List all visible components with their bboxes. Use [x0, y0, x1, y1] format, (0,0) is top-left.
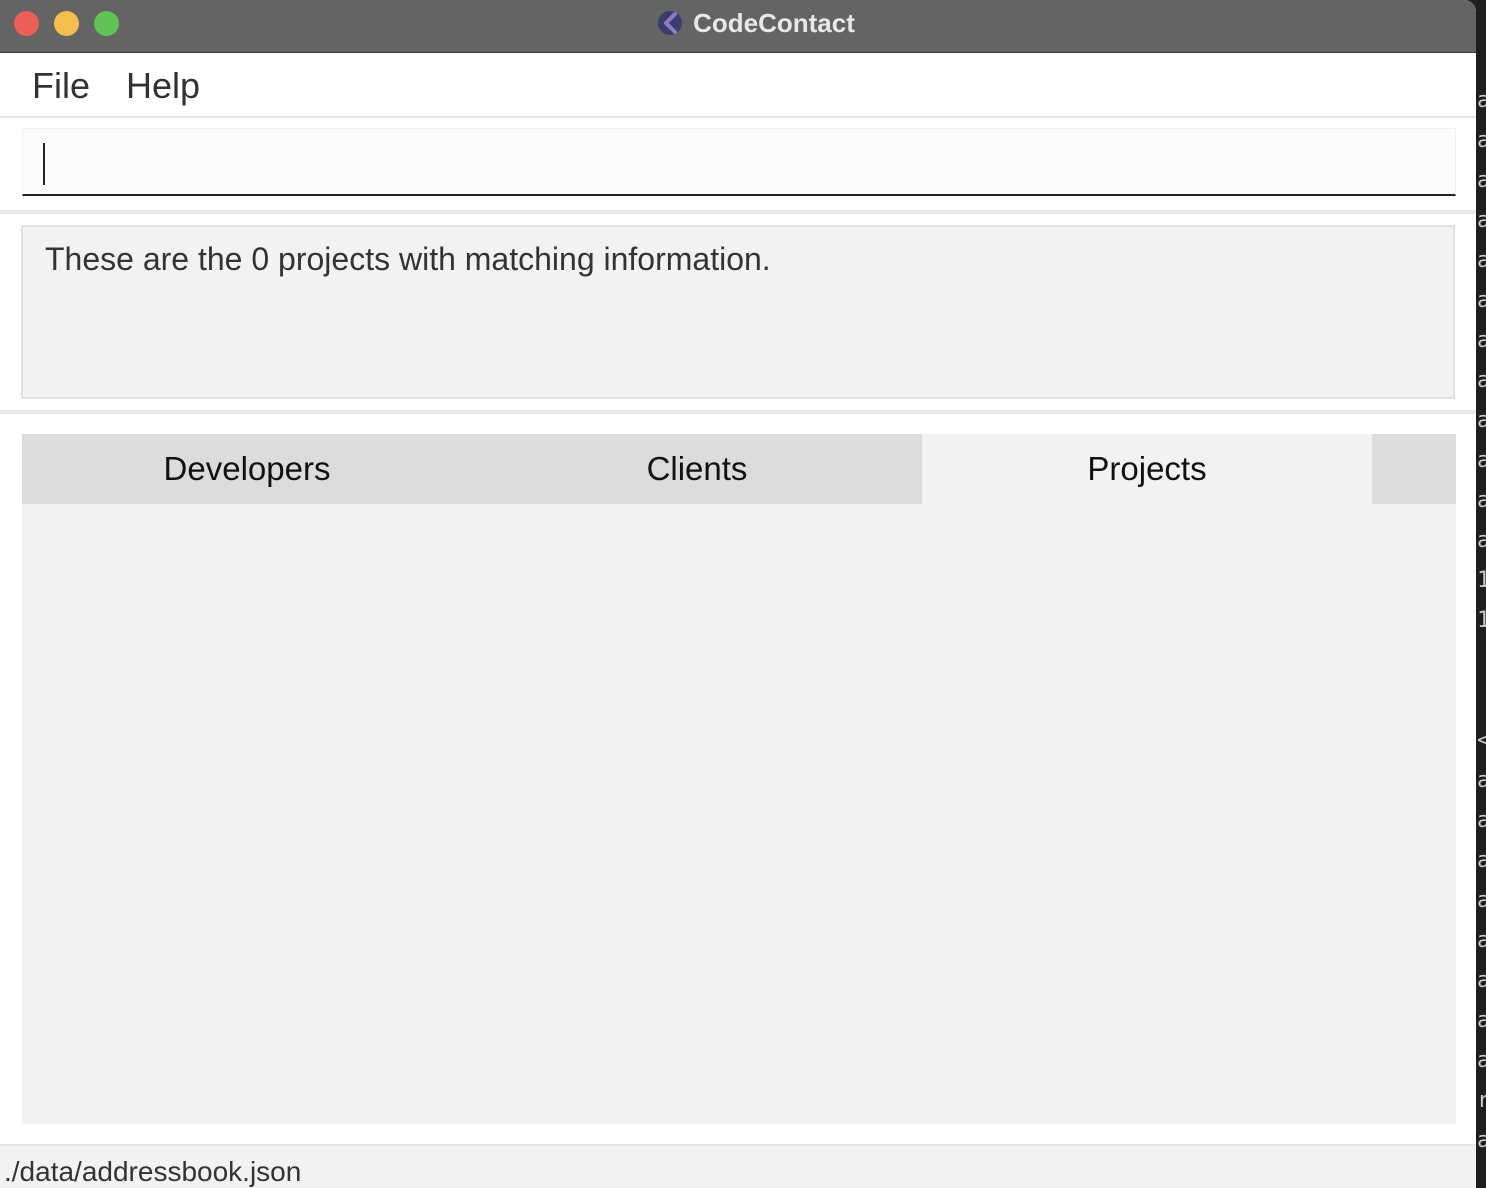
save-location-path: ./data/addressbook.json: [4, 1156, 302, 1187]
title-bar[interactable]: CodeContact: [0, 0, 1476, 53]
tab-bar: Developers Clients Projects: [22, 434, 1456, 504]
result-display: These are the 0 projects with matching i…: [21, 225, 1455, 399]
menu-help[interactable]: Help: [126, 65, 200, 107]
tab-clients[interactable]: Clients: [472, 434, 922, 504]
list-panel: Developers Clients Projects: [0, 414, 1476, 1144]
menu-bar: File Help: [0, 53, 1476, 118]
tab-projects[interactable]: Projects: [922, 434, 1372, 504]
codecontact-logo-icon: [657, 10, 683, 36]
result-message: These are the 0 projects with matching i…: [45, 241, 771, 277]
menu-file[interactable]: File: [32, 65, 90, 107]
background-terminal-strip: aaa aaa aaa aaa 1 1 < aaa aaa aar a: [1476, 0, 1486, 1188]
text-caret: [43, 143, 45, 185]
app-window: CodeContact File Help These are the 0 pr…: [0, 0, 1476, 1188]
result-display-area: These are the 0 projects with matching i…: [0, 214, 1476, 414]
window-title-group: CodeContact: [0, 0, 1476, 46]
command-input[interactable]: [22, 128, 1456, 196]
tab-developers[interactable]: Developers: [22, 434, 472, 504]
projects-list: [22, 504, 1456, 1124]
window-title: CodeContact: [693, 7, 855, 38]
command-box-area: [0, 118, 1476, 214]
status-bar: ./data/addressbook.json: [0, 1144, 1476, 1188]
